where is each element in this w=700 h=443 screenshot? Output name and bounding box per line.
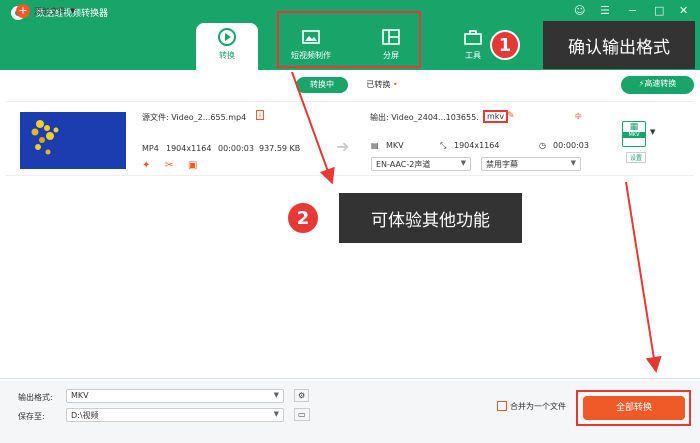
output-format-value: MKV <box>71 391 89 400</box>
save-to-value: D:\视频 <box>71 411 99 420</box>
folder-icon[interactable]: ▭ <box>294 408 310 421</box>
convert-all-button[interactable]: 全部转换 <box>583 396 685 420</box>
output-format-select[interactable]: MKV ▼ <box>66 389 284 403</box>
save-to-select[interactable]: D:\视频 ▼ <box>66 408 284 422</box>
chevron-down-icon: ▼ <box>273 410 279 418</box>
format-settings-icon[interactable]: ⚙ <box>294 389 310 402</box>
save-to-label: 保存至: <box>18 412 45 421</box>
arrow-to-step2 <box>291 71 335 185</box>
chevron-down-icon: ▼ <box>273 391 279 399</box>
annotation-arrows <box>291 71 662 373</box>
merge-label: 合并为一个文件 <box>510 402 566 411</box>
merge-checkbox[interactable] <box>497 401 507 411</box>
arrow-to-convert-all <box>625 181 662 373</box>
output-format-label: 输出格式: <box>18 393 53 402</box>
